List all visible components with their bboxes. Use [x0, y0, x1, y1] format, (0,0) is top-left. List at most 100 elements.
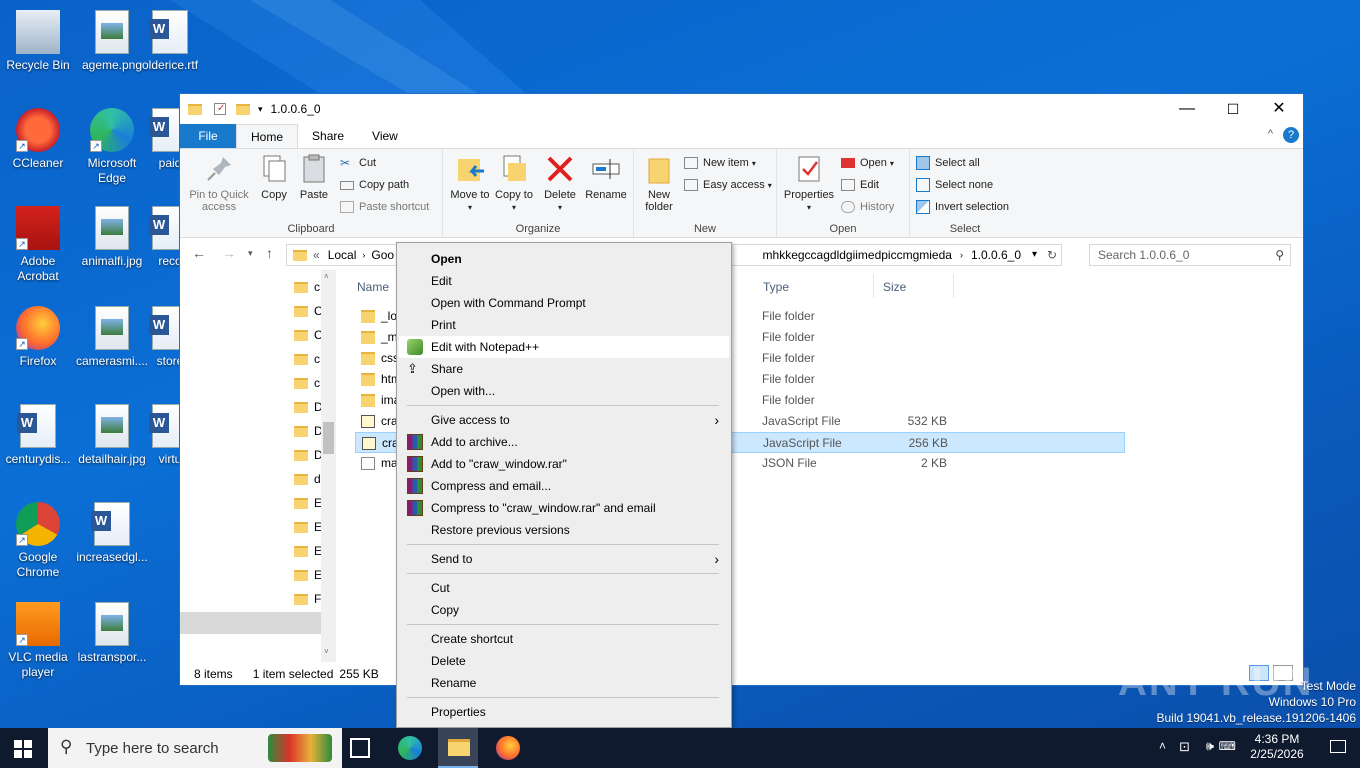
notifications-icon[interactable]: [1330, 740, 1346, 753]
copy-to-button[interactable]: Copy to ▾: [493, 153, 535, 214]
desktop-icon-4[interactable]: ↗ Microsoft Edge: [74, 102, 150, 186]
edit-button[interactable]: Edit: [841, 175, 879, 195]
select-all-button[interactable]: Select all: [916, 153, 980, 173]
desktop-icon-17[interactable]: ↗ VLC media player: [0, 596, 76, 680]
up-arrow-icon[interactable]: ↑: [266, 245, 273, 261]
customize-toolbar-icon[interactable]: ▾: [258, 104, 263, 115]
task-view-icon[interactable]: [350, 738, 370, 758]
new-item-button[interactable]: New item ▾: [684, 153, 756, 173]
copy-big-button[interactable]: Copy: [256, 153, 292, 201]
firefox-taskbar-icon[interactable]: [496, 736, 520, 760]
ime-icon[interactable]: ⌨: [1219, 739, 1236, 753]
tab-file[interactable]: File: [180, 124, 236, 148]
collapse-ribbon-icon[interactable]: ^: [1268, 128, 1273, 140]
tab-view[interactable]: View: [358, 124, 412, 148]
menu-item-open[interactable]: Open: [399, 248, 729, 270]
desktop-icon-0[interactable]: Recycle Bin: [0, 4, 76, 73]
refresh-icon[interactable]: ↻: [1047, 245, 1057, 265]
desktop-icon-10[interactable]: camerasmi....: [74, 300, 150, 369]
menu-item-rename[interactable]: Rename: [399, 672, 729, 694]
menu-item-send-to[interactable]: Send to ›: [399, 548, 729, 570]
menu-item-copy[interactable]: Copy: [399, 599, 729, 621]
desktop-icon-16[interactable]: Wincreasedgl...: [74, 496, 150, 565]
menu-item-cut[interactable]: Cut: [399, 577, 729, 599]
taskbar-search-input[interactable]: ⚲ Type here to search: [48, 728, 342, 768]
new-folder-button[interactable]: New folder: [638, 153, 680, 213]
desktop-icon-15[interactable]: ↗ Google Chrome: [0, 496, 76, 580]
scroll-up-icon[interactable]: ˄: [324, 272, 329, 281]
scroll-thumb[interactable]: [323, 422, 334, 454]
desktop-icon-2[interactable]: Wolderice.rtf: [142, 4, 198, 73]
back-arrow-icon[interactable]: ←: [192, 245, 206, 261]
menu-item-give-access-to[interactable]: Give access to ›: [399, 409, 729, 431]
tab-home[interactable]: Home: [236, 124, 299, 148]
clock[interactable]: 4:36 PM 2/25/2026: [1242, 732, 1312, 762]
menu-item-create-shortcut[interactable]: Create shortcut: [399, 628, 729, 650]
volume-icon[interactable]: 🕪: [1206, 738, 1214, 754]
menu-item-open-with[interactable]: Open with...: [399, 380, 729, 402]
tree-selected-item[interactable]: [180, 612, 321, 634]
explorer-taskbar-button[interactable]: [438, 728, 478, 768]
desktop-icon-9[interactable]: ↗ Firefox: [0, 300, 76, 369]
easy-access-button[interactable]: Easy access ▾: [684, 175, 772, 195]
desktop-icon-1[interactable]: ageme.png: [74, 4, 150, 73]
history-button[interactable]: History: [841, 197, 894, 217]
menu-item-compress-to-craw-window-rar-and-email[interactable]: Compress to "craw_window.rar" and email: [399, 497, 729, 519]
menu-item-restore-previous-versions[interactable]: Restore previous versions: [399, 519, 729, 541]
forward-arrow-icon[interactable]: →: [222, 245, 236, 261]
minimize-button[interactable]: —: [1164, 94, 1210, 124]
desktop-icon-12[interactable]: Wcenturydis...: [0, 398, 76, 467]
menu-item-share[interactable]: ⇪ Share: [399, 358, 729, 380]
help-icon[interactable]: ?: [1283, 127, 1299, 143]
search-highlight-icon[interactable]: [268, 734, 332, 762]
tray-overflow-icon[interactable]: ˄: [1159, 739, 1166, 753]
paste-shortcut-button[interactable]: Paste shortcut: [340, 197, 429, 217]
move-to-button[interactable]: Move to ▾: [449, 153, 491, 214]
navigation-scrollbar[interactable]: ˄ ˅: [321, 270, 336, 662]
desktop-icon-7[interactable]: animalfi.jpg: [74, 200, 150, 269]
copy-path-button[interactable]: Copy path: [340, 175, 409, 195]
address-dropdown-icon[interactable]: ▾: [1032, 245, 1037, 265]
address-segment-local[interactable]: Local: [328, 245, 357, 265]
windows-start-icon[interactable]: [14, 740, 32, 758]
search-icon[interactable]: ⚲: [1275, 245, 1284, 265]
pin-quick-access-button[interactable]: Pin to Quick access: [186, 153, 252, 213]
new-folder-quick-icon[interactable]: [236, 103, 250, 115]
tab-share[interactable]: Share: [298, 124, 358, 148]
properties-button[interactable]: Properties ▾: [781, 153, 837, 214]
address-segment-extension[interactable]: mhkkegccagdldgiimedpiccmgmieda: [763, 245, 952, 265]
address-overflow[interactable]: «: [313, 245, 320, 265]
properties-quick-icon[interactable]: ✓: [214, 103, 226, 115]
address-segment-version[interactable]: 1.0.0.6_0: [971, 245, 1021, 265]
select-none-button[interactable]: Select none: [916, 175, 993, 195]
desktop-icon-13[interactable]: detailhair.jpg: [74, 398, 150, 467]
column-header-name[interactable]: Name: [357, 280, 389, 294]
desktop-icon-3[interactable]: ↗ CCleaner: [0, 102, 76, 171]
column-header-size[interactable]: Size: [883, 280, 906, 294]
recent-locations-icon[interactable]: ▾: [248, 248, 253, 259]
delete-button[interactable]: Delete ▾: [539, 153, 581, 214]
menu-item-compress-and-email[interactable]: Compress and email...: [399, 475, 729, 497]
paste-button[interactable]: Paste: [296, 153, 332, 201]
network-icon[interactable]: ⊡: [1179, 739, 1190, 755]
menu-item-add-to-archive[interactable]: Add to archive...: [399, 431, 729, 453]
edge-taskbar-icon[interactable]: [398, 736, 422, 760]
desktop-icon-6[interactable]: ↗ Adobe Acrobat: [0, 200, 76, 284]
invert-selection-button[interactable]: Invert selection: [916, 197, 1009, 217]
menu-item-properties[interactable]: Properties: [399, 701, 729, 723]
menu-item-open-with-command-prompt[interactable]: Open with Command Prompt: [399, 292, 729, 314]
column-header-type[interactable]: Type: [763, 280, 789, 294]
menu-item-print[interactable]: Print: [399, 314, 729, 336]
desktop-icon-18[interactable]: lastranspor...: [74, 596, 150, 665]
menu-item-edit-with-notepad[interactable]: Edit with Notepad++: [399, 336, 729, 358]
close-button[interactable]: ✕: [1256, 94, 1302, 124]
address-segment-google[interactable]: Goo: [371, 245, 394, 265]
menu-item-delete[interactable]: Delete: [399, 650, 729, 672]
open-button[interactable]: Open ▾: [841, 153, 894, 173]
search-input[interactable]: Search 1.0.0.6_0 ⚲: [1089, 244, 1291, 266]
rename-button[interactable]: Rename: [583, 153, 629, 201]
scroll-down-icon[interactable]: ˅: [324, 647, 329, 656]
cut-button[interactable]: ✂ Cut: [340, 153, 376, 173]
maximize-button[interactable]: ☐: [1210, 94, 1256, 124]
menu-item-edit[interactable]: Edit: [399, 270, 729, 292]
